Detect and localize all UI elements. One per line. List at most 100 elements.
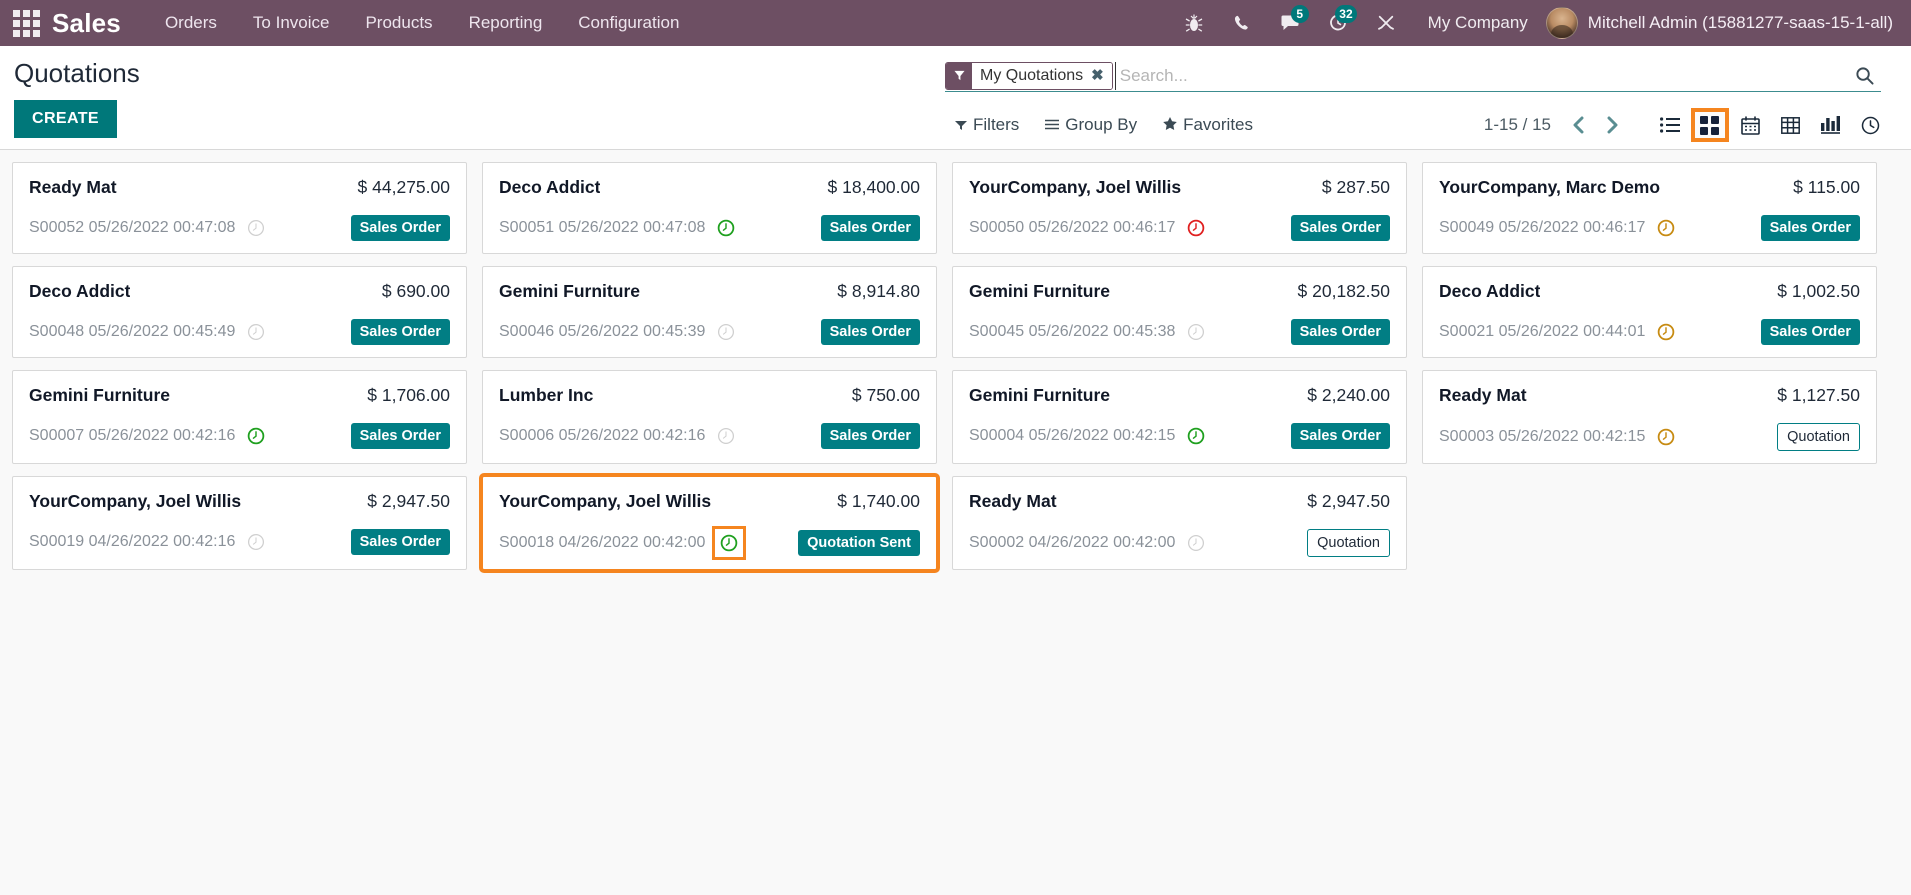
favorites-dropdown[interactable]: Favorites: [1153, 111, 1263, 139]
activity-clock-icon[interactable]: [1185, 217, 1207, 239]
status-badge: Sales Order: [1290, 423, 1390, 449]
calendar-icon[interactable]: [1731, 108, 1769, 142]
company-switcher[interactable]: My Company: [1410, 13, 1546, 33]
chevron-left-icon[interactable]: [1561, 110, 1595, 140]
kanban-card-header: YourCompany, Joel Willis $ 2,947.50: [29, 491, 450, 512]
kanban-card-amount: $ 18,400.00: [827, 177, 920, 197]
kanban-card[interactable]: YourCompany, Marc Demo $ 115.00 S00049 05/…: [1422, 162, 1877, 254]
kanban-card-amount: $ 1,127.50: [1777, 385, 1860, 405]
kanban-card-header: Ready Mat $ 44,275.00: [29, 177, 450, 198]
kanban-card-footer: S00007 05/26/2022 00:42:16 Sales Order: [29, 423, 450, 449]
navbar-systray: 5 32 My Company Mitchell Admin (15881277…: [1170, 0, 1901, 46]
kanban-card[interactable]: Ready Mat $ 44,275.00 S00052 05/26/2022 00…: [12, 162, 467, 254]
control-panel-left: Quotations CREATE: [14, 60, 140, 138]
kanban-card-footer: S00045 05/26/2022 00:45:38 Sales Order: [969, 319, 1390, 345]
activity-clock-icon[interactable]: [1185, 532, 1207, 554]
kanban-card[interactable]: Ready Mat $ 2,947.50 S00002 04/26/2022 00:…: [952, 476, 1407, 570]
messages-icon[interactable]: 5: [1266, 0, 1314, 46]
apps-menu-button[interactable]: [0, 0, 52, 46]
kanban-card[interactable]: Gemini Furniture $ 1,706.00 S00007 05/26/2…: [12, 370, 467, 464]
status-badge: Sales Order: [820, 319, 920, 345]
control-panel: Quotations CREATE My Quotations ✖ Filter…: [0, 46, 1911, 150]
kanban-card-header: Gemini Furniture $ 2,240.00: [969, 385, 1390, 406]
kanban-card-reference: S00021 05/26/2022 00:44:01: [1439, 323, 1646, 340]
menu-configuration[interactable]: Configuration: [560, 0, 697, 46]
status-badge: Sales Order: [1760, 215, 1860, 241]
kanban-card[interactable]: YourCompany, Joel Willis $ 2,947.50 S00019…: [12, 476, 467, 570]
kanban-card[interactable]: YourCompany, Joel Willis $ 1,740.00 S00018…: [479, 473, 940, 573]
status-badge: Sales Order: [350, 529, 450, 555]
kanban-card-amount: $ 690.00: [381, 281, 450, 301]
bug-icon[interactable]: [1170, 0, 1218, 46]
activity-clock-icon[interactable]: [1185, 425, 1207, 447]
user-menu[interactable]: Mitchell Admin (15881277-saas-15-1-all): [1545, 7, 1901, 39]
kanban-card-reference: S00004 05/26/2022 00:42:15: [969, 427, 1176, 444]
kanban-card-reference: S00007 05/26/2022 00:42:16: [29, 427, 236, 444]
activity-clock-icon[interactable]: [1185, 321, 1207, 343]
status-badge: Sales Order: [1290, 215, 1390, 241]
kanban-card-reference: S00006 05/26/2022 00:42:16: [499, 427, 706, 444]
pivot-table-icon[interactable]: [1771, 108, 1809, 142]
activity-clock-icon[interactable]: [1655, 217, 1677, 239]
kanban-card-amount: $ 2,947.50: [1307, 491, 1390, 511]
kanban-card[interactable]: Gemini Furniture $ 2,240.00 S00004 05/26/2…: [952, 370, 1407, 464]
bar-chart-icon[interactable]: [1811, 108, 1849, 142]
group-by-dropdown[interactable]: Group By: [1035, 111, 1147, 139]
activity-clock-icon[interactable]: [1655, 321, 1677, 343]
search-view: My Quotations ✖: [945, 60, 1881, 92]
activity-clock-icon[interactable]: [1655, 426, 1677, 448]
kanban-card-reference: S00051 05/26/2022 00:47:08: [499, 219, 706, 236]
kanban-card[interactable]: Lumber Inc $ 750.00 S00006 05/26/2022 00:4…: [482, 370, 937, 464]
close-icon[interactable]: ✖: [1091, 62, 1112, 89]
menu-orders[interactable]: Orders: [147, 0, 235, 46]
status-badge: Sales Order: [1290, 319, 1390, 345]
activity-clock-icon[interactable]: [245, 321, 267, 343]
chevron-right-icon[interactable]: [1595, 110, 1629, 140]
activity-clock-icon[interactable]: [715, 425, 737, 447]
menu-reporting[interactable]: Reporting: [451, 0, 561, 46]
activity-clock-icon[interactable]: [245, 425, 267, 447]
activity-clock-icon[interactable]: [245, 217, 267, 239]
filters-dropdown[interactable]: Filters: [945, 111, 1029, 139]
pager-value: 1-15 / 15: [1483, 115, 1551, 134]
tools-icon[interactable]: [1362, 0, 1410, 46]
kanban-card-amount: $ 8,914.80: [837, 281, 920, 301]
kanban-card-partner: YourCompany, Joel Willis: [29, 491, 242, 511]
app-brand-sales[interactable]: Sales: [52, 8, 121, 39]
kanban-card-amount: $ 2,947.50: [367, 491, 450, 511]
create-button[interactable]: CREATE: [14, 100, 117, 138]
kanban-card[interactable]: YourCompany, Joel Willis $ 287.50 S00050 0…: [952, 162, 1407, 254]
kanban-card-partner: Deco Addict: [1439, 281, 1541, 301]
search-icon[interactable]: [1847, 61, 1881, 91]
kanban-card-partner: Gemini Furniture: [499, 281, 640, 301]
kanban-card[interactable]: Deco Addict $ 1,002.50 S00021 05/26/2022 0…: [1422, 266, 1877, 358]
kanban-card[interactable]: Gemini Furniture $ 8,914.80 S00046 05/26/2…: [482, 266, 937, 358]
menu-products[interactable]: Products: [347, 0, 450, 46]
kanban-card-footer: S00052 05/26/2022 00:47:08 Sales Order: [29, 215, 450, 241]
kanban-card[interactable]: Deco Addict $ 690.00 S00048 05/26/2022 00:…: [12, 266, 467, 358]
kanban-card-header: Gemini Furniture $ 20,182.50: [969, 281, 1390, 302]
activity-clock-icon[interactable]: [715, 321, 737, 343]
search-dropdown-menus: Filters Group By Favorites: [945, 111, 1263, 139]
kanban-grid-icon[interactable]: [1691, 108, 1729, 142]
kanban-card-header: Lumber Inc $ 750.00: [499, 385, 920, 406]
list-icon[interactable]: [1651, 108, 1689, 142]
status-badge: Sales Order: [820, 423, 920, 449]
activity-clock-icon[interactable]: [712, 526, 747, 560]
kanban-card[interactable]: Deco Addict $ 18,400.00 S00051 05/26/2022 …: [482, 162, 937, 254]
kanban-card[interactable]: Ready Mat $ 1,127.50 S00003 05/26/2022 00:…: [1422, 370, 1877, 464]
clock-icon[interactable]: [1851, 108, 1889, 142]
kanban-card[interactable]: Gemini Furniture $ 20,182.50 S00045 05/26/…: [952, 266, 1407, 358]
kanban-card-partner: YourCompany, Marc Demo: [1439, 177, 1661, 197]
search-input[interactable]: [1114, 61, 1847, 90]
activity-clock-icon[interactable]: [245, 531, 267, 553]
kanban-card-amount: $ 44,275.00: [357, 177, 450, 197]
kanban-card-reference: S00050 05/26/2022 00:46:17: [969, 219, 1176, 236]
search-facet-label: My Quotations: [972, 62, 1092, 89]
menu-to-invoice[interactable]: To Invoice: [235, 0, 348, 46]
activities-clock-icon[interactable]: 32: [1314, 0, 1362, 46]
activity-clock-icon[interactable]: [715, 217, 737, 239]
search-facet-my-quotations[interactable]: My Quotations ✖: [945, 61, 1113, 90]
kanban-card-header: Deco Addict $ 18,400.00: [499, 177, 920, 198]
phone-icon[interactable]: [1218, 0, 1266, 46]
